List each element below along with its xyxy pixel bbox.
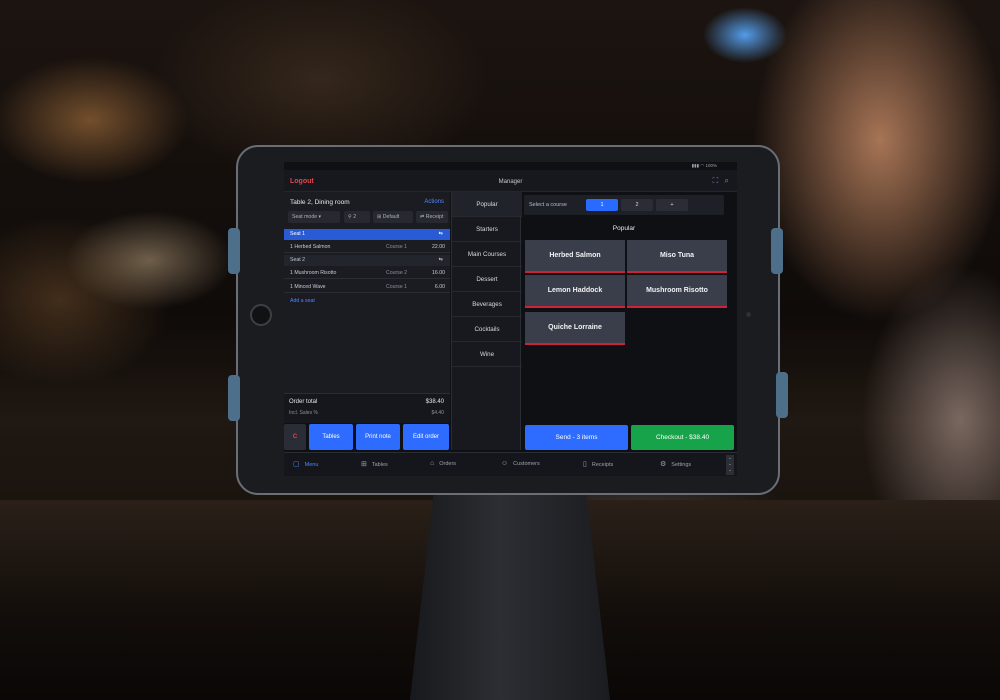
customers-icon: ☺	[501, 460, 509, 467]
camera-dot	[746, 312, 751, 317]
menu-item-miso-tuna[interactable]: Miso Tuna	[627, 240, 727, 273]
actions-button[interactable]: Actions	[424, 199, 444, 205]
nav-tables[interactable]: ⊞ Tables	[361, 460, 388, 468]
guests-button[interactable]: ⚲ 2	[344, 211, 370, 223]
seat-mode-select[interactable]: Seat mode ▾	[288, 211, 340, 223]
send-button[interactable]: Send - 3 items	[525, 425, 628, 450]
orders-icon: ⌂	[430, 460, 435, 467]
status-icons: ▮▮▮ ◠ 100%	[691, 163, 717, 168]
nav-orders[interactable]: ⌂ Orders	[430, 460, 456, 467]
course-selector: Select a course 1 2 +	[524, 195, 724, 215]
category-popular[interactable]: Popular	[452, 192, 522, 217]
course-label: Select a course	[529, 202, 567, 208]
add-seat-link[interactable]: Add a seat	[290, 298, 315, 304]
order-title: Table 2, Dining room	[290, 199, 350, 206]
status-bar: ▮▮▮ ◠ 100%	[284, 162, 737, 170]
checkout-button[interactable]: Checkout - $38.40	[631, 425, 734, 450]
order-total-label: Order total	[289, 399, 318, 405]
menu-section-title: Popular	[612, 225, 636, 232]
order-tools: Seat mode ▾ ⚲ 2 ⊞ Default ⇄ Receipt	[288, 211, 448, 223]
course-1-button[interactable]: 1	[586, 199, 618, 211]
menu-item-mushroom-risotto[interactable]: Mushroom Risotto	[627, 275, 727, 308]
seat-2-header[interactable]: Seat 2 ⇆	[284, 255, 450, 266]
category-dessert[interactable]: Dessert	[452, 267, 522, 292]
category-main-courses[interactable]: Main Courses	[452, 242, 522, 267]
course-2-button[interactable]: 2	[621, 199, 653, 211]
order-line[interactable]: 1 Herbed Salmon Course 1 22.00	[284, 241, 450, 253]
order-line[interactable]: 1 Mushroom Risotto Course 2 16.00	[284, 267, 450, 279]
order-total-value: $38.40	[425, 399, 444, 405]
tax-value: $4.40	[431, 410, 444, 416]
top-bar: Logout Manager ⛶ ⌕	[284, 170, 737, 192]
tax-label: Incl. Sales %	[289, 410, 318, 416]
category-cocktails[interactable]: Cocktails	[452, 317, 522, 342]
tablet-stand	[410, 490, 610, 700]
order-totals: Order total $38.40 Incl. Sales % $4.40	[284, 393, 450, 423]
nav-receipts[interactable]: ▯ Receipts	[583, 460, 613, 468]
nav-menu[interactable]: ▢ Menu	[293, 460, 318, 468]
stand-clip-right-top	[771, 228, 783, 274]
order-line[interactable]: 1 Minced Wave Course 1 6.00	[284, 281, 450, 293]
user-role: Manager	[498, 179, 523, 185]
chevron-down-icon: ▾	[318, 214, 322, 220]
stand-clip-right-bottom	[776, 372, 788, 418]
fullscreen-icon[interactable]: ⛶	[713, 176, 719, 185]
tables-icon: ⊞	[361, 461, 367, 468]
default-button[interactable]: ⊞ Default	[373, 211, 413, 223]
category-wine[interactable]: Wine	[452, 342, 522, 367]
home-button[interactable]	[250, 304, 272, 326]
nav-customers[interactable]: ☺ Customers	[501, 460, 540, 467]
category-beverages[interactable]: Beverages	[452, 292, 522, 317]
menu-item-herbed-salmon[interactable]: Herbed Salmon	[525, 240, 625, 273]
category-starters[interactable]: Starters	[452, 217, 522, 242]
order-panel: Table 2, Dining room Actions Seat mode ▾…	[284, 192, 450, 422]
settings-icon: ⚙	[660, 461, 667, 468]
menu-item-lemon-haddock[interactable]: Lemon Haddock	[525, 275, 625, 308]
search-icon[interactable]: ⌕	[725, 176, 729, 185]
order-buttons: C Tables Print note Edit order	[284, 424, 450, 450]
menu-icon: ▢	[293, 461, 300, 468]
print-note-button[interactable]: Print note	[356, 424, 400, 450]
transfer-icon[interactable]: ⇆	[439, 257, 443, 263]
nav-settings[interactable]: ⚙ Settings	[660, 460, 691, 468]
stand-clip-left-bottom	[228, 375, 240, 421]
edit-order-button[interactable]: Edit order	[403, 424, 449, 450]
pos-screen: ▮▮▮ ◠ 100% Logout Manager ⛶ ⌕ Table 2, D…	[284, 162, 737, 476]
receipts-icon: ▯	[583, 461, 587, 468]
bottom-nav: ▢ Menu ⊞ Tables ⌂ Orders ☺ Customers ▯ Receip…	[284, 452, 737, 476]
menu-item-quiche-lorraine[interactable]: Quiche Lorraine	[525, 312, 625, 345]
add-course-button[interactable]: +	[656, 199, 688, 211]
clear-button[interactable]: C	[284, 424, 306, 450]
more-options-icon[interactable]: · · ·	[726, 455, 734, 475]
top-icons: ⛶ ⌕	[713, 176, 729, 186]
seat-1-header[interactable]: Seat 1 ⇆	[284, 229, 450, 240]
category-list: Popular Starters Main Courses Dessert Be…	[451, 192, 522, 450]
receipt-button[interactable]: ⇄ Receipt	[416, 211, 448, 223]
tables-button[interactable]: Tables	[309, 424, 353, 450]
stand-clip-left-top	[228, 228, 240, 274]
transfer-icon[interactable]: ⇆	[439, 231, 443, 237]
